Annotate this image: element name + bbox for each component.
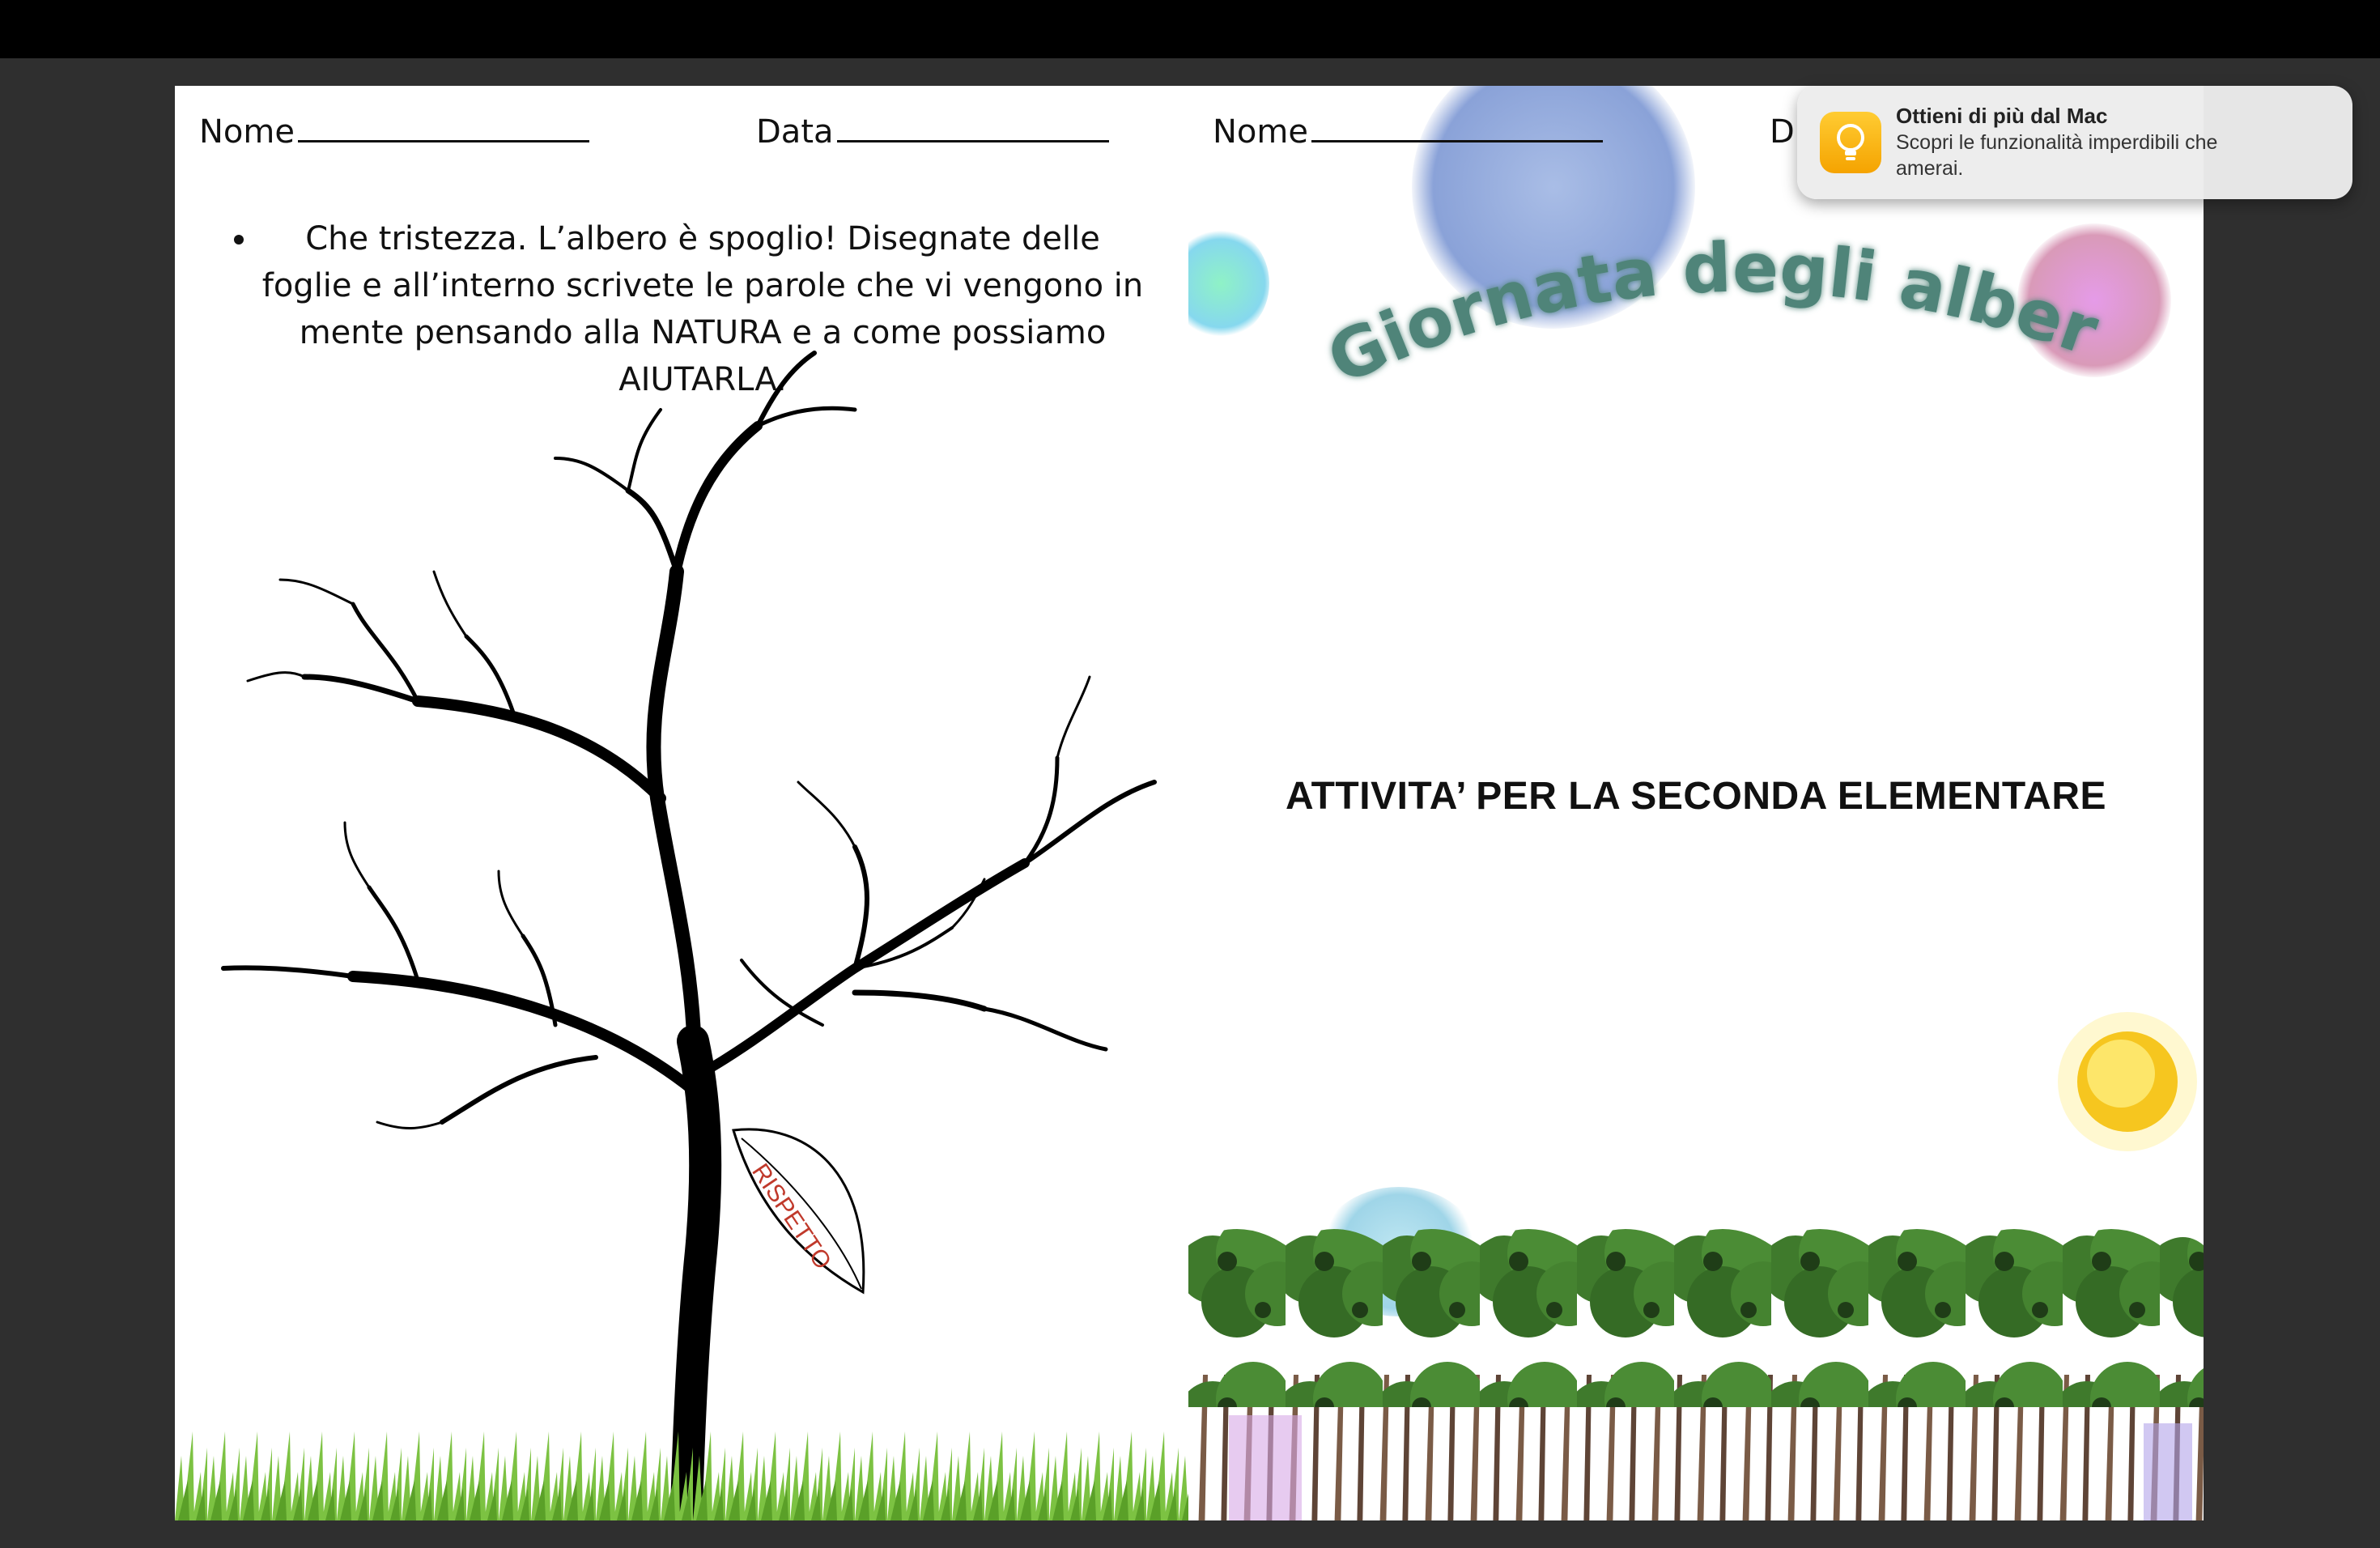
notification-body: Scopri le funzionalità imperdibili che a… (1896, 131, 2218, 180)
top-bar (0, 0, 2380, 58)
forest-illustration (1188, 1229, 2204, 1520)
lightbulb-icon (1837, 124, 1864, 160)
right-cover-page: Nome D Giornata degli alberi ATTIVITA’ P… (1188, 86, 2204, 1520)
grass-strip (175, 1407, 1188, 1520)
tips-app-icon (1820, 112, 1881, 173)
system-notification[interactable]: Ottieni di più dal Mac Scopri le funzion… (1797, 86, 2352, 199)
bare-tree-illustration: RISPETTO (221, 351, 1157, 1520)
notification-title: Ottieni di più dal Mac (1896, 104, 2108, 128)
activity-heading: ATTIVITA’ PER LA SECONDA ELEMENTARE (1286, 775, 2106, 818)
sun-icon (2058, 1012, 2197, 1151)
left-worksheet-page: Nome Data Che tristezza. L’albero è spog… (175, 86, 1188, 1520)
